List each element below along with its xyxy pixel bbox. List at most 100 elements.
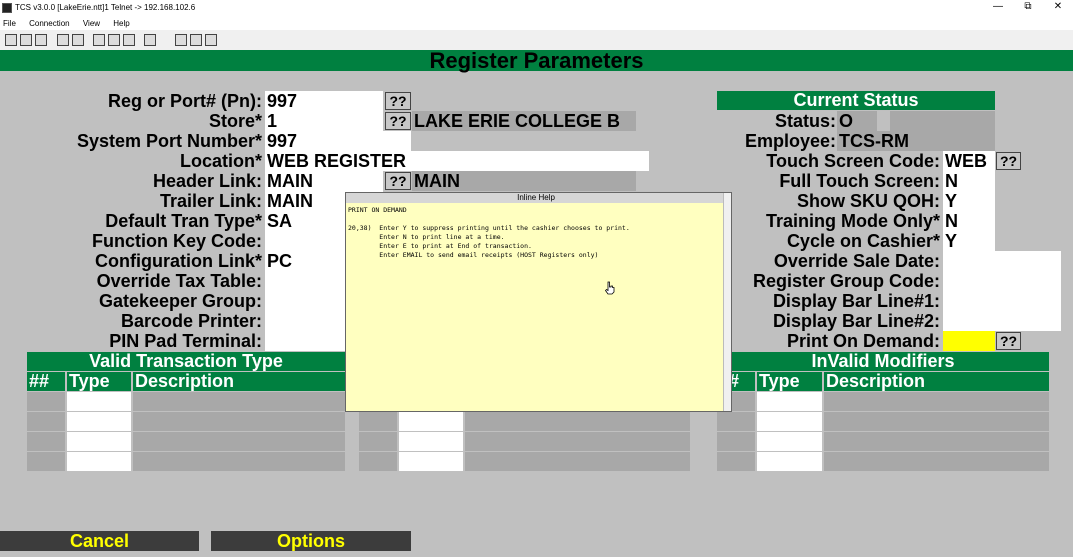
grid-cell[interactable] [757, 432, 822, 451]
display-bar-1-input[interactable] [943, 291, 1061, 311]
minimize-button[interactable]: — [988, 1, 1008, 12]
label-pin-pad: PIN Pad Terminal: [109, 331, 262, 351]
cycle-on-cashier-input[interactable]: Y [943, 231, 995, 251]
lock-icon[interactable] [57, 34, 69, 46]
header-link-input[interactable]: MAIN [265, 171, 383, 191]
label-display-bar-1: Display Bar Line#1: [772, 291, 940, 311]
cancel-button[interactable]: Cancel [0, 531, 199, 551]
touch-screen-code-input[interactable]: WEB [943, 151, 995, 171]
valid-tran-col-num: ## [27, 372, 65, 391]
store-lookup-button[interactable]: ?? [385, 112, 411, 130]
default-tran-type-input[interactable]: SA [265, 211, 347, 231]
dropdown-tool-icon[interactable] [144, 34, 156, 46]
function-key-input[interactable] [265, 231, 347, 251]
header-link-description: MAIN [412, 171, 636, 191]
toolbar [0, 30, 1073, 50]
menu-file[interactable]: File [3, 17, 16, 30]
menu-help[interactable]: Help [113, 17, 129, 30]
print-on-demand-lookup-button[interactable]: ?? [996, 332, 1021, 350]
menu-connection[interactable]: Connection [29, 17, 69, 30]
training-mode-input[interactable]: N [943, 211, 995, 231]
print-on-demand-input[interactable] [943, 331, 995, 351]
grid-cell[interactable] [67, 432, 131, 451]
inline-help-scrollbar[interactable] [723, 193, 731, 411]
menu-view[interactable]: View [83, 17, 100, 30]
reg-port-lookup-button[interactable]: ?? [385, 92, 411, 110]
store-input[interactable]: 1 [265, 111, 383, 131]
properties-icon[interactable] [93, 34, 105, 46]
grid-cell[interactable] [67, 452, 131, 471]
keys-icon[interactable] [175, 34, 187, 46]
grid-cell [133, 432, 345, 451]
grid-cell [27, 392, 65, 411]
label-reg-port: Reg or Port# (Pn): [107, 91, 262, 111]
store-description: LAKE ERIE COLLEGE B [412, 111, 636, 131]
hand-cursor-icon [604, 281, 615, 295]
grid-cell [824, 432, 1049, 451]
options-button[interactable]: Options [211, 531, 411, 551]
book-icon[interactable] [205, 34, 217, 46]
reg-port-input[interactable]: 997 [265, 91, 383, 111]
grid-cell [359, 412, 397, 431]
override-sale-date-input[interactable] [943, 251, 1061, 271]
label-trailer-link: Trailer Link: [159, 191, 262, 211]
label-register-group: Register Group Code: [752, 271, 940, 291]
label-employee: Employee: [744, 131, 836, 151]
pin-pad-input[interactable] [265, 331, 347, 351]
full-touch-screen-input[interactable]: N [943, 171, 995, 191]
register-group-input[interactable] [943, 271, 1061, 291]
configuration-link-input[interactable]: PC [265, 251, 347, 271]
chart-icon[interactable] [190, 34, 202, 46]
label-override-sale-date: Override Sale Date: [773, 251, 940, 271]
invalid-mod-col-type: Type [757, 372, 822, 391]
employee-value: TCS-RM [837, 131, 995, 151]
grid-cell[interactable] [757, 452, 822, 471]
system-port-input[interactable]: 997 [265, 131, 411, 151]
grid-cell [133, 452, 345, 471]
label-show-sku-qoh: Show SKU QOH: [797, 191, 940, 211]
label-touch-screen-code: Touch Screen Code: [766, 151, 940, 171]
gatekeeper-input[interactable] [265, 291, 347, 311]
label-status: Status: [774, 111, 836, 131]
grid-cell [717, 412, 755, 431]
grid-cell [824, 412, 1049, 431]
grid-cell [359, 452, 397, 471]
connect-icon[interactable] [72, 34, 84, 46]
inline-help-heading: PRINT ON DEMAND [348, 206, 407, 214]
grid-cell[interactable] [399, 412, 463, 431]
maximize-button[interactable]: ⧉ [1018, 1, 1038, 12]
show-sku-qoh-input[interactable]: Y [943, 191, 995, 211]
inline-help-line: 20,38) Enter Y to suppress printing unti… [348, 224, 630, 232]
print-icon[interactable] [35, 34, 47, 46]
barcode-printer-input[interactable] [265, 311, 347, 331]
touch-screen-lookup-button[interactable]: ?? [996, 152, 1021, 170]
app-icon [2, 3, 12, 13]
grid-cell [465, 432, 690, 451]
display-bar-2-input[interactable] [943, 311, 1061, 331]
new-icon[interactable] [5, 34, 17, 46]
grid-cell[interactable] [399, 452, 463, 471]
grid-cell[interactable] [67, 392, 131, 411]
label-function-key: Function Key Code: [92, 231, 262, 251]
grid-cell[interactable] [399, 432, 463, 451]
grid-cell[interactable] [757, 412, 822, 431]
grid-cell[interactable] [67, 412, 131, 431]
grid-cell [824, 452, 1049, 471]
valid-tran-col-type: Type [67, 372, 131, 391]
label-store: Store* [208, 111, 262, 131]
label-barcode-printer: Barcode Printer: [120, 311, 262, 331]
valid-tran-type-title: Valid Transaction Type [27, 352, 345, 371]
menubar: File Connection View Help [0, 17, 1073, 30]
grid-cell[interactable] [757, 392, 822, 411]
record-icon[interactable] [108, 34, 120, 46]
save-icon[interactable] [20, 34, 32, 46]
inline-help-line: Enter N to print line at a time. [348, 233, 505, 241]
macro-icon[interactable] [123, 34, 135, 46]
override-tax-input[interactable] [265, 271, 347, 291]
label-configuration-link: Configuration Link* [95, 251, 262, 271]
close-button[interactable]: ✕ [1048, 1, 1068, 12]
grid-cell [717, 452, 755, 471]
inline-help-popup: Inline Help PRINT ON DEMAND 20,38) Enter… [345, 192, 732, 412]
header-link-lookup-button[interactable]: ?? [385, 172, 411, 190]
location-input[interactable]: WEB REGISTER [265, 151, 649, 171]
